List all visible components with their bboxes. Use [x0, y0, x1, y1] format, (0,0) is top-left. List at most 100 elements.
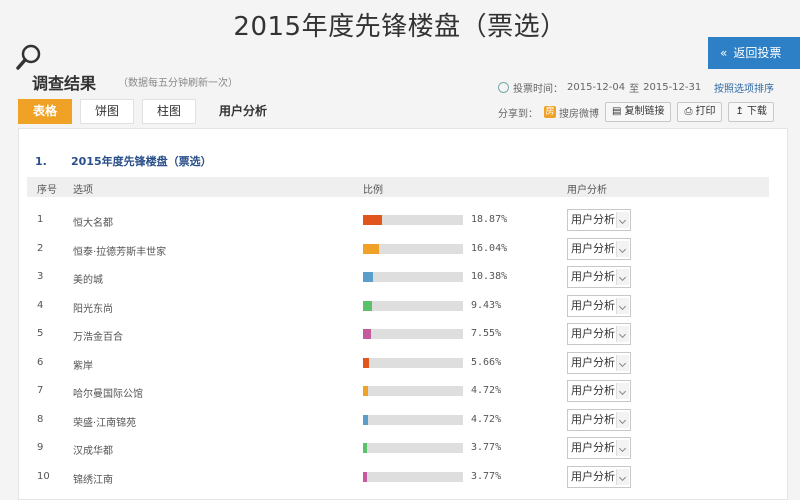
row-index: 5 [37, 328, 44, 339]
download-icon: ↥ [735, 106, 744, 117]
page-title: 2015年度先锋楼盘（票选） [233, 12, 567, 42]
ratio-bar-track [363, 300, 463, 311]
printer-icon: ⎙ [684, 106, 693, 117]
row-index: 10 [37, 470, 50, 482]
user-analysis-select[interactable]: 用户分析 [567, 323, 631, 345]
chevron-down-icon [616, 440, 629, 456]
ratio-bar-track [363, 357, 463, 368]
question-text: 2015年度先锋楼盘（票选） [71, 155, 212, 168]
row-option: 紫岸 [73, 360, 93, 372]
back-to-vote-button[interactable]: « 返回投票 [708, 37, 800, 69]
sort-by-option-link[interactable]: 按照选项排序 [714, 80, 774, 95]
table-row: 9 汉成华都 3.77% 用户分析 [27, 436, 769, 464]
row-percent: 16.04% [471, 242, 508, 254]
question-title: 1. 2015年度先锋楼盘（票选） [35, 153, 212, 169]
select-label: 用户分析 [571, 441, 615, 454]
select-label: 用户分析 [571, 298, 615, 312]
row-option: 恒大名都 [73, 218, 113, 229]
ratio-bar-fill [363, 329, 371, 339]
ratio-bar-track [363, 243, 463, 254]
magnifier-icon [16, 44, 41, 70]
vote-time-start: 2015-12-04 [567, 82, 626, 93]
weibo-share-link[interactable]: 房 搜房微博 [544, 105, 599, 120]
row-percent: 3.77% [471, 442, 502, 453]
chevron-down-icon [616, 240, 629, 257]
vote-time: 投票时间： 2015-12-04 至 2015-12-31 [498, 80, 701, 95]
row-percent: 4.72% [471, 413, 502, 425]
user-analysis-select[interactable]: 用户分析 [567, 237, 631, 260]
row-percent: 4.72% [471, 385, 502, 396]
select-label: 用户分析 [571, 270, 615, 283]
weibo-icon: 房 [544, 106, 556, 118]
tab-pie[interactable]: 饼图 [80, 99, 135, 124]
row-index: 7 [37, 385, 44, 396]
row-percent: 18.87% [471, 214, 508, 225]
ratio-bar-fill [363, 443, 367, 453]
table-row: 4 阳光东尚 9.43% 用户分析 [27, 294, 769, 322]
ratio-bar-fill [363, 243, 380, 254]
refresh-note: （数据每五分钟刷新一次） [118, 78, 238, 89]
user-analysis-select[interactable]: 用户分析 [567, 266, 631, 288]
header-ratio: 比例 [363, 185, 383, 196]
results-panel: 1. 2015年度先锋楼盘（票选） 序号 选项 比例 用户分析 1 恒大名都 18.8… [18, 128, 788, 500]
ratio-bar-fill [363, 471, 367, 482]
row-index: 4 [37, 299, 44, 311]
row-option: 荣盛·江南锦苑 [73, 417, 137, 429]
select-label: 用户分析 [571, 327, 615, 340]
ratio-bar-track [363, 471, 463, 482]
row-percent: 5.66% [471, 356, 502, 368]
ratio-bar-track [363, 329, 463, 339]
table-row: 1 恒大名都 18.87% 用户分析 [27, 208, 769, 236]
row-percent: 10.38% [471, 271, 508, 282]
user-analysis-select[interactable]: 用户分析 [567, 294, 631, 317]
tab-bar[interactable]: 柱图 [142, 99, 197, 124]
row-percent: 3.77% [471, 470, 502, 482]
share-label: 分享到： [498, 108, 538, 120]
table-row: 5 万浩金百合 7.55% 用户分析 [27, 322, 769, 350]
vote-time-sep: 至 [629, 84, 640, 95]
chevron-down-icon [616, 326, 629, 342]
row-option: 锦绣江南 [73, 474, 113, 486]
row-option: 万浩金百合 [73, 332, 123, 343]
row-index: 9 [37, 442, 44, 453]
row-index: 3 [37, 271, 44, 282]
table-row: 7 哈尔曼国际公馆 4.72% 用户分析 [27, 379, 769, 407]
chevron-down-icon [616, 468, 629, 485]
table-header: 序号 选项 比例 用户分析 [27, 177, 769, 197]
ratio-bar-track [363, 386, 463, 396]
print-label: 打印 [695, 106, 716, 117]
table-row: 10 锦绣江南 3.77% 用户分析 [27, 465, 769, 493]
user-analysis-select[interactable]: 用户分析 [567, 351, 631, 374]
double-chevron-left-icon: « [720, 46, 728, 60]
select-label: 用户分析 [571, 355, 615, 369]
row-option: 哈尔曼国际公馆 [73, 389, 143, 400]
tab-user-analysis[interactable]: 用户分析 [204, 99, 282, 124]
header-idx: 序号 [37, 185, 57, 196]
chevron-down-icon [616, 212, 629, 228]
download-button[interactable]: ↥ 下载 [728, 102, 774, 122]
row-index: 8 [37, 413, 44, 425]
table-row: 6 紫岸 5.66% 用户分析 [27, 351, 769, 379]
select-label: 用户分析 [571, 469, 615, 483]
copy-link-button[interactable]: ▤ 复制链接 [605, 102, 672, 122]
ratio-bar-fill [363, 215, 382, 225]
tab-table[interactable]: 表格 [18, 99, 73, 124]
row-option: 美的城 [73, 275, 103, 286]
row-percent: 7.55% [471, 328, 502, 339]
user-analysis-select[interactable]: 用户分析 [567, 209, 631, 231]
user-analysis-select[interactable]: 用户分析 [567, 408, 631, 431]
ratio-bar-fill [363, 300, 373, 311]
table-row: 3 美的城 10.38% 用户分析 [27, 265, 769, 293]
header-option: 选项 [73, 185, 93, 196]
ratio-bar-fill [363, 414, 368, 425]
ratio-bar-fill [363, 357, 369, 368]
download-label: 下载 [746, 106, 767, 117]
header-analysis: 用户分析 [567, 185, 607, 196]
copy-label: 复制链接 [624, 106, 665, 117]
user-analysis-select[interactable]: 用户分析 [567, 437, 631, 459]
print-button[interactable]: ⎙ 打印 [677, 102, 723, 122]
user-analysis-select[interactable]: 用户分析 [567, 380, 631, 402]
user-analysis-select[interactable]: 用户分析 [567, 465, 631, 488]
ratio-bar-track [363, 414, 463, 425]
ratio-bar-track [363, 272, 463, 282]
